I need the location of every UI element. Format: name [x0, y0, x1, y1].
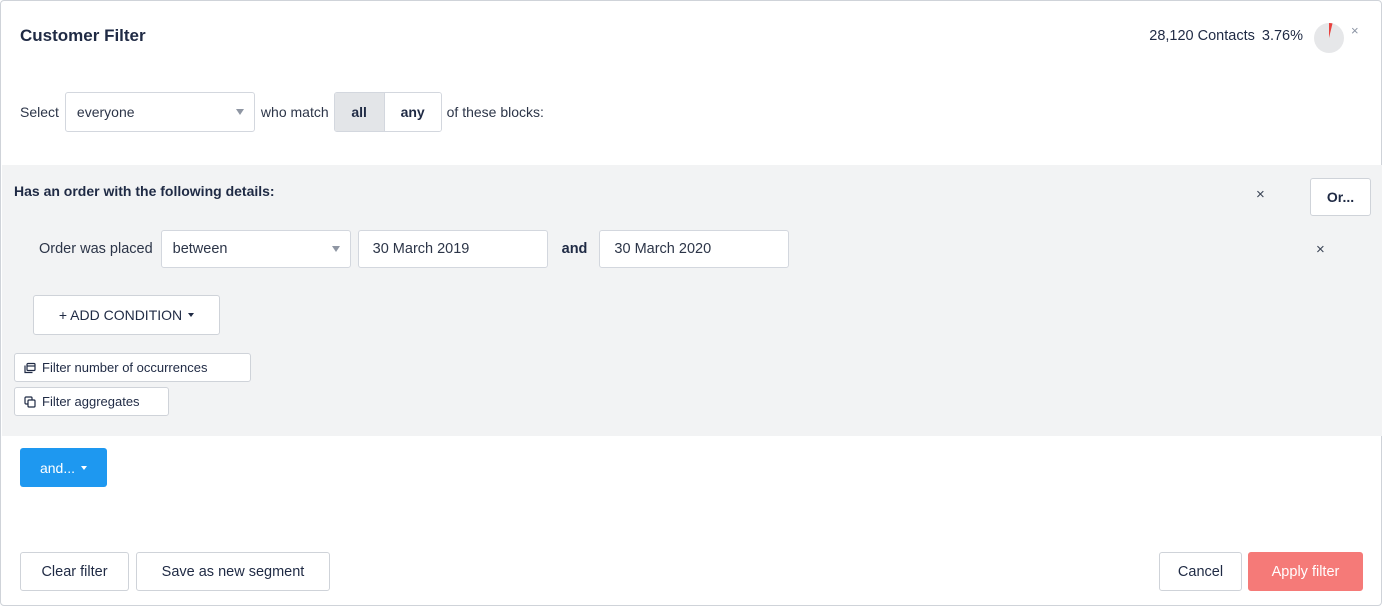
- add-condition-button[interactable]: + ADD CONDITION: [33, 295, 220, 335]
- and-label: and: [561, 241, 588, 257]
- calendar-copy-icon: [24, 362, 36, 373]
- operator-dropdown[interactable]: between: [160, 230, 351, 268]
- who-match-label: who match: [260, 104, 329, 120]
- cancel-button[interactable]: Cancel: [1159, 552, 1242, 591]
- operator-value: between: [172, 241, 228, 257]
- match-all-button[interactable]: all: [334, 93, 385, 131]
- copy-icon: [24, 395, 36, 408]
- filter-occurrences-button[interactable]: Filter number of occurrences: [14, 353, 251, 382]
- add-condition-label: + ADD CONDITION: [58, 307, 183, 323]
- contacts-count: 28,120 Contacts: [1149, 28, 1255, 44]
- dialog-title: Customer Filter: [20, 26, 146, 45]
- customer-filter-dialog: Customer Filter 28,120 Contacts 3.76% × …: [0, 0, 1382, 606]
- filter-block: Has an order with the following details:…: [2, 165, 1382, 436]
- of-blocks-label: of these blocks:: [446, 104, 544, 120]
- apply-filter-button[interactable]: Apply filter: [1248, 552, 1363, 591]
- close-icon[interactable]: ×: [1351, 23, 1359, 38]
- contacts-percent: 3.76%: [1261, 28, 1303, 44]
- audience-value: everyone: [76, 104, 135, 120]
- contacts-summary: 28,120 Contacts 3.76%: [1149, 28, 1303, 44]
- block-title: Has an order with the following details:: [14, 183, 275, 199]
- remove-condition-close-icon[interactable]: ×: [1316, 241, 1325, 258]
- save-segment-button[interactable]: Save as new segment: [136, 552, 330, 591]
- chevron-down-icon: [331, 246, 340, 252]
- filter-occurrences-label: Filter number of occurrences: [42, 360, 208, 375]
- and-button[interactable]: and...: [20, 448, 107, 487]
- date-from-input[interactable]: [357, 230, 548, 268]
- chevron-down-icon: [235, 109, 244, 115]
- date-to-input[interactable]: [599, 230, 790, 268]
- remove-block-close-icon[interactable]: ×: [1256, 186, 1265, 203]
- select-label: Select: [20, 104, 59, 120]
- chevron-down-icon: [188, 313, 195, 317]
- filter-aggregates-label: Filter aggregates: [42, 394, 140, 409]
- match-any-button[interactable]: any: [384, 93, 441, 131]
- match-toggle: all any: [333, 92, 442, 132]
- and-button-label: and...: [39, 459, 76, 476]
- audience-dropdown[interactable]: everyone: [64, 92, 255, 132]
- filter-aggregates-button[interactable]: Filter aggregates: [14, 387, 169, 416]
- condition-label: Order was placed: [39, 241, 153, 257]
- condition-row: Order was placed between and: [39, 230, 790, 268]
- or-button[interactable]: Or...: [1310, 178, 1371, 216]
- clear-filter-button[interactable]: Clear filter: [20, 552, 129, 591]
- pie-chart-icon: [1314, 23, 1344, 53]
- chevron-down-icon: [81, 465, 88, 470]
- audience-selector-row: Select everyone who match all any of the…: [20, 92, 544, 132]
